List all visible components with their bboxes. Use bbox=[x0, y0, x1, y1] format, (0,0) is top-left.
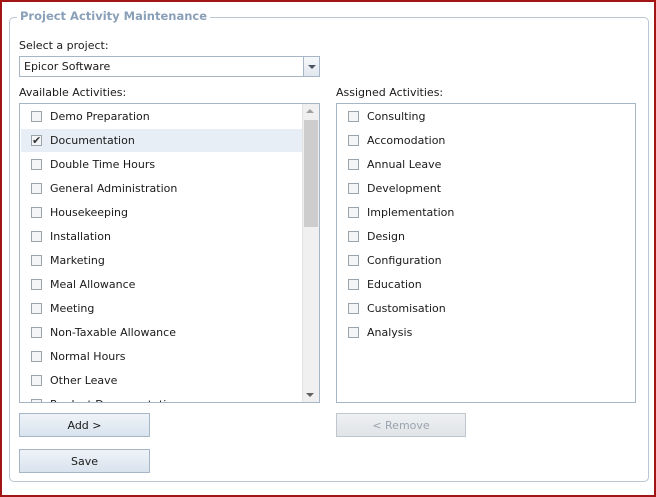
add-button[interactable]: Add > bbox=[19, 413, 150, 437]
scroll-up-icon[interactable] bbox=[306, 109, 314, 113]
list-item[interactable]: Installation bbox=[21, 225, 303, 248]
list-item-label: Installation bbox=[50, 230, 111, 243]
available-activities-label: Available Activities: bbox=[19, 86, 127, 99]
checkbox[interactable] bbox=[348, 159, 359, 170]
list-item-label: Meal Allowance bbox=[50, 278, 136, 291]
list-item-label: Configuration bbox=[367, 254, 442, 267]
checkbox[interactable] bbox=[31, 159, 42, 170]
list-item-label: Accomodation bbox=[367, 134, 446, 147]
list-item[interactable]: Marketing bbox=[21, 249, 303, 272]
checkbox[interactable] bbox=[31, 375, 42, 386]
list-item[interactable]: ✔ Documentation bbox=[21, 129, 303, 152]
checkbox[interactable] bbox=[31, 255, 42, 266]
checkbox[interactable] bbox=[348, 231, 359, 242]
list-item[interactable]: Demo Preparation bbox=[21, 105, 303, 128]
checkbox[interactable] bbox=[31, 207, 42, 218]
checkbox[interactable] bbox=[348, 303, 359, 314]
checkbox[interactable] bbox=[348, 111, 359, 122]
project-label: Select a project: bbox=[19, 39, 109, 52]
remove-button[interactable]: < Remove bbox=[336, 413, 466, 437]
checkbox[interactable] bbox=[31, 231, 42, 242]
dropdown-button[interactable] bbox=[303, 57, 319, 76]
list-item-label: Housekeeping bbox=[50, 206, 128, 219]
list-item-label: Meeting bbox=[50, 302, 95, 315]
check-icon: ✔ bbox=[32, 134, 42, 147]
checkbox[interactable] bbox=[348, 183, 359, 194]
list-item[interactable]: General Administration bbox=[21, 177, 303, 200]
list-item-label: Implementation bbox=[367, 206, 455, 219]
list-item-label: Non-Taxable Allowance bbox=[50, 326, 176, 339]
list-item-label: Design bbox=[367, 230, 405, 243]
chevron-down-icon bbox=[308, 65, 316, 69]
assigned-activities-label: Assigned Activities: bbox=[336, 86, 444, 99]
checkbox[interactable] bbox=[348, 207, 359, 218]
assigned-activities-list[interactable]: Analysis Customisation Education Configurat… bbox=[336, 103, 636, 403]
panel-title: Project Activity Maintenance bbox=[17, 9, 211, 23]
list-item[interactable]: Implementation bbox=[338, 201, 634, 224]
list-item-label: Customisation bbox=[367, 302, 446, 315]
checkbox[interactable] bbox=[31, 303, 42, 314]
checkbox[interactable] bbox=[348, 255, 359, 266]
list-item-label: Normal Hours bbox=[50, 350, 126, 363]
checkbox[interactable] bbox=[31, 351, 42, 362]
window-frame: Project Activity Maintenance Select a pr… bbox=[0, 0, 656, 497]
list-item[interactable]: Configuration bbox=[338, 249, 634, 272]
save-button[interactable]: Save bbox=[19, 449, 150, 473]
checkbox[interactable] bbox=[31, 327, 42, 338]
list-item-label: Other Leave bbox=[50, 374, 118, 387]
list-item[interactable]: Non-Taxable Allowance bbox=[21, 321, 303, 344]
list-item[interactable]: Product Documentation bbox=[21, 393, 303, 402]
list-item[interactable]: Analysis bbox=[338, 321, 634, 344]
list-item-label: Double Time Hours bbox=[50, 158, 156, 171]
list-item-label: Consulting bbox=[367, 110, 426, 123]
list-item[interactable]: Other Leave bbox=[21, 369, 303, 392]
checkbox[interactable] bbox=[31, 399, 42, 402]
list-item-label: Demo Preparation bbox=[50, 110, 150, 123]
list-item[interactable]: Normal Hours bbox=[21, 345, 303, 368]
list-item[interactable]: Accomodation bbox=[338, 129, 634, 152]
list-item[interactable]: Housekeeping bbox=[21, 201, 303, 224]
list-item[interactable]: Double Time Hours bbox=[21, 153, 303, 176]
scroll-down-icon[interactable] bbox=[306, 393, 314, 397]
list-item[interactable]: Education bbox=[338, 273, 634, 296]
list-item-label: Development bbox=[367, 182, 442, 195]
checkbox[interactable] bbox=[348, 135, 359, 146]
scrollbar-thumb[interactable] bbox=[304, 120, 318, 227]
available-activities-list[interactable]: Product Documentation Other Leave Normal H… bbox=[19, 103, 320, 403]
list-item[interactable]: Consulting bbox=[338, 105, 634, 128]
list-item[interactable]: Meeting bbox=[21, 297, 303, 320]
list-item-label: General Administration bbox=[50, 182, 178, 195]
checkbox[interactable] bbox=[31, 279, 42, 290]
checkbox[interactable] bbox=[31, 183, 42, 194]
project-select-value: Epicor Software bbox=[24, 60, 111, 73]
list-item[interactable]: Development bbox=[338, 177, 634, 200]
list-item-label: Education bbox=[367, 278, 422, 291]
project-select[interactable]: Epicor Software bbox=[19, 56, 320, 77]
list-item[interactable]: Meal Allowance bbox=[21, 273, 303, 296]
checkbox-checked[interactable]: ✔ bbox=[31, 135, 42, 146]
checkbox[interactable] bbox=[348, 279, 359, 290]
list-item[interactable]: Annual Leave bbox=[338, 153, 634, 176]
list-item-label: Documentation bbox=[50, 134, 135, 147]
checkbox[interactable] bbox=[31, 111, 42, 122]
checkbox[interactable] bbox=[348, 327, 359, 338]
list-item-label: Annual Leave bbox=[367, 158, 442, 171]
list-item-label: Marketing bbox=[50, 254, 105, 267]
list-item[interactable]: Customisation bbox=[338, 297, 634, 320]
list-item-label: Analysis bbox=[367, 326, 413, 339]
list-item[interactable]: Design bbox=[338, 225, 634, 248]
available-list-scrollbar[interactable] bbox=[302, 104, 319, 402]
list-item-label: Product Documentation bbox=[50, 398, 180, 402]
